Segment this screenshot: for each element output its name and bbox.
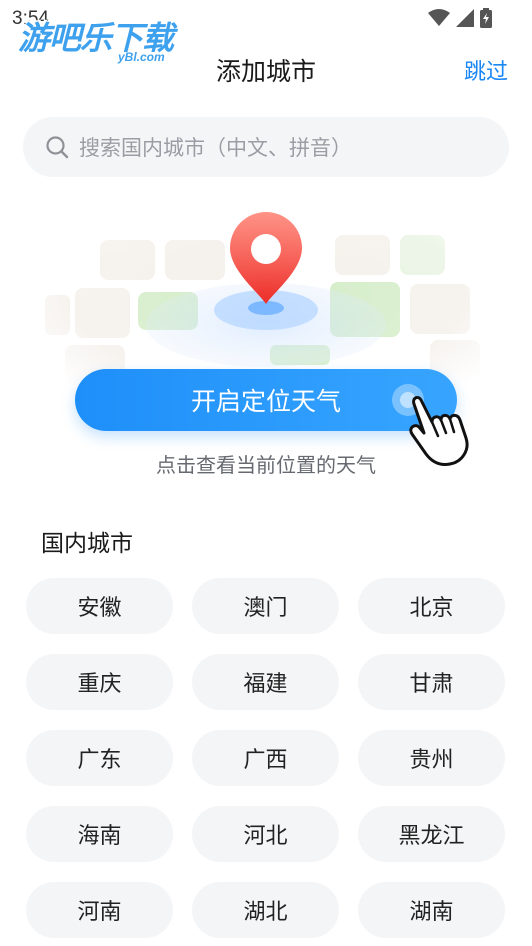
- city-chip[interactable]: 福建: [192, 654, 339, 710]
- city-chip[interactable]: 重庆: [26, 654, 173, 710]
- city-chip[interactable]: 北京: [358, 578, 505, 634]
- search-placeholder: 搜索国内城市（中文、拼音）: [79, 136, 352, 160]
- city-chip[interactable]: 澳门: [192, 578, 339, 634]
- city-chip[interactable]: 湖北: [192, 882, 339, 938]
- skip-button[interactable]: 跳过: [464, 54, 508, 86]
- system-icons: [428, 8, 492, 28]
- page-title: 添加城市: [215, 57, 316, 86]
- search-input[interactable]: 搜索国内城市（中文、拼音）: [23, 117, 509, 177]
- battery-icon: [480, 8, 492, 28]
- wifi-icon: [428, 9, 450, 26]
- city-chip[interactable]: 黑龙江: [358, 806, 505, 862]
- signal-icon: [456, 9, 474, 27]
- city-chip[interactable]: 河北: [192, 806, 339, 862]
- enable-location-weather-label: 开启定位天气: [190, 387, 341, 416]
- city-grid: 安徽 澳门 北京 重庆 福建 甘肃 广东 广西 贵州 海南 河北 黑龙江 河南 …: [26, 578, 506, 938]
- city-chip[interactable]: 海南: [26, 806, 173, 862]
- city-chip[interactable]: 甘肃: [358, 654, 505, 710]
- city-chip[interactable]: 湖南: [358, 882, 505, 938]
- city-chip[interactable]: 贵州: [358, 730, 505, 786]
- city-chip[interactable]: 广东: [26, 730, 173, 786]
- search-icon: [45, 135, 69, 159]
- location-hint-text: 点击查看当前位置的天气: [156, 453, 376, 477]
- domestic-cities-title: 国内城市: [41, 531, 133, 557]
- city-chip[interactable]: 广西: [192, 730, 339, 786]
- city-chip[interactable]: 河南: [26, 882, 173, 938]
- city-chip[interactable]: 安徽: [26, 578, 173, 634]
